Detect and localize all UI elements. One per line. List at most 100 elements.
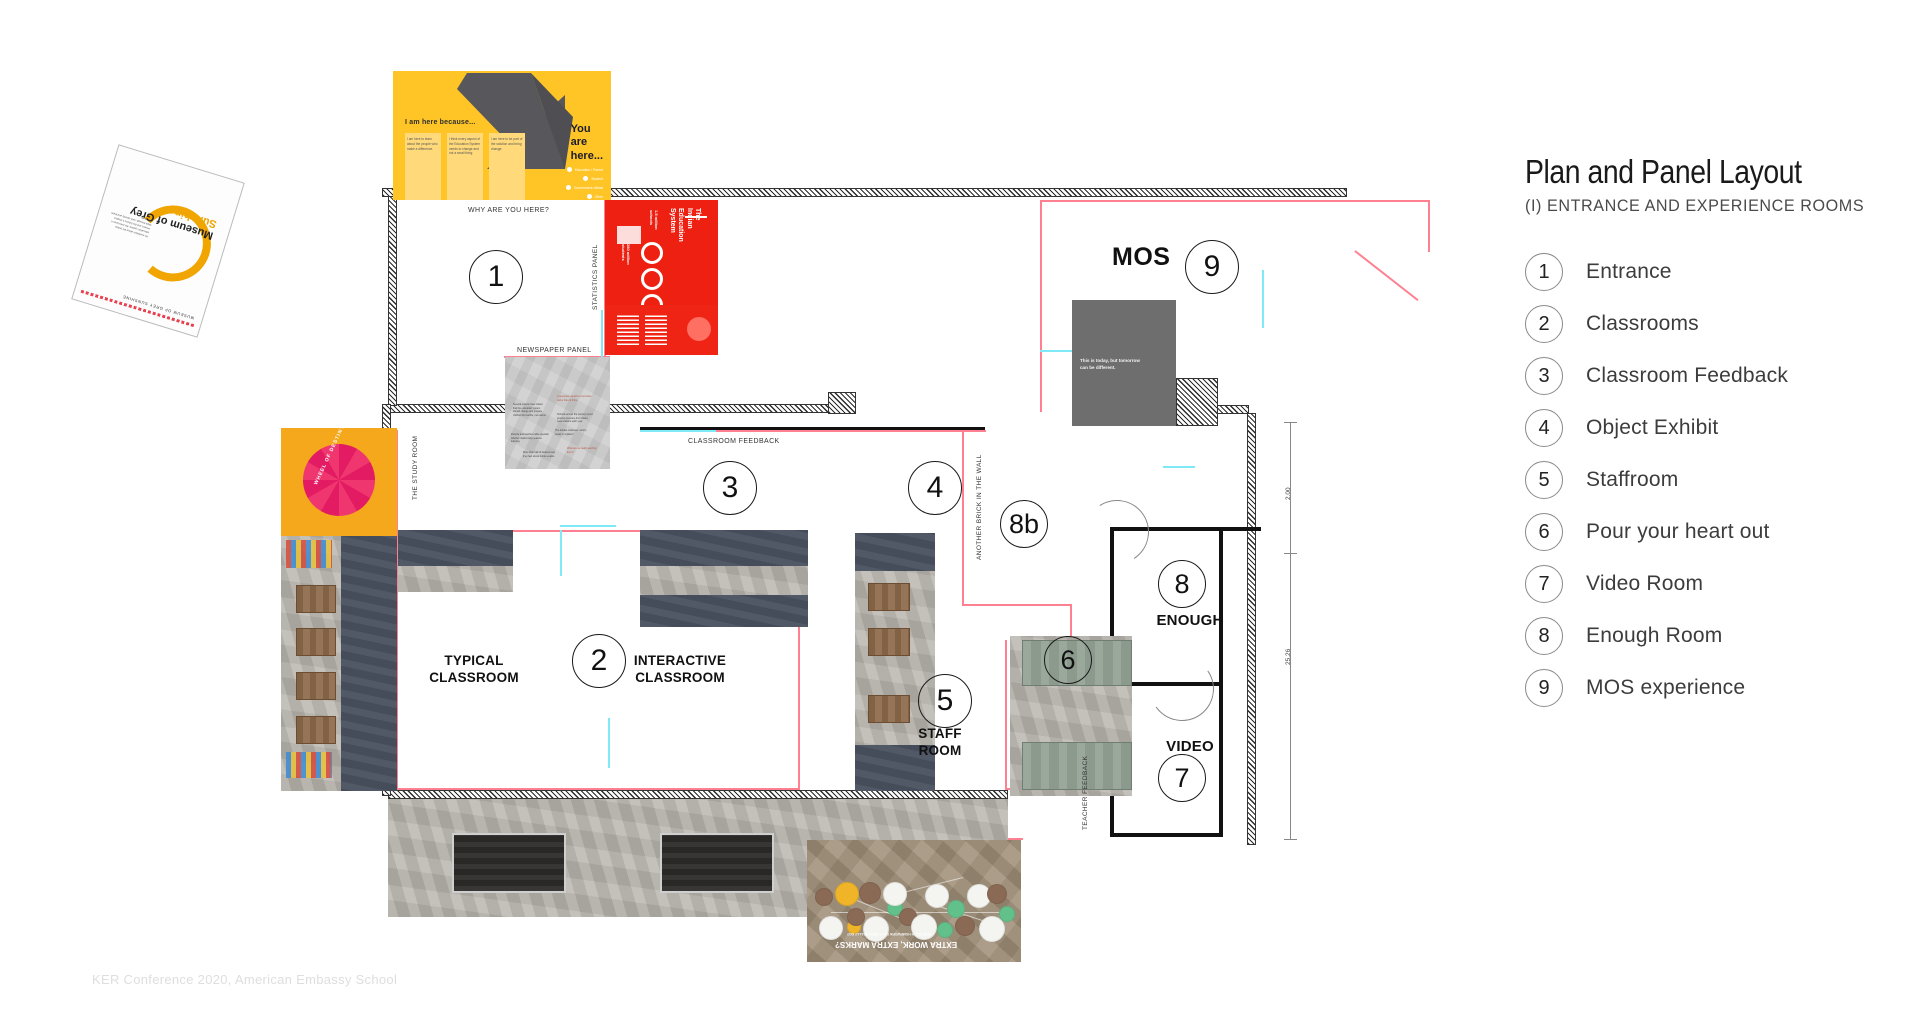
- legend-label-7: Video Room: [1586, 572, 1704, 596]
- panel-line-teacher-feedback: [1005, 640, 1007, 790]
- legend-number-4: 4: [1525, 409, 1563, 448]
- legend-label-1: Entrance: [1586, 260, 1672, 284]
- panel-line-feedback: [716, 430, 986, 432]
- marker-3-classroom-feedback[interactable]: 3: [703, 461, 757, 515]
- legend-number-1: 1: [1525, 253, 1563, 292]
- panel-line-cyan-feedback: [640, 430, 718, 432]
- panel-bullet-4: Other: [594, 194, 603, 199]
- wall-classroom-top: [388, 404, 843, 413]
- wall-right-outer: [1247, 413, 1256, 845]
- panel-column-text-2: I think every aspect of the Education Sy…: [449, 137, 481, 156]
- photo-interactive-classroom-board: [640, 530, 808, 566]
- dimension-tick-mid: [1284, 553, 1297, 554]
- marker-8-enough[interactable]: 8: [1158, 560, 1206, 608]
- marker-2-classrooms[interactable]: 2: [572, 634, 626, 688]
- dimension-label-large: 25.26: [1285, 648, 1292, 665]
- panel-line-cyan-class-a: [560, 530, 562, 576]
- page-title: Plan and Panel Layout: [1525, 153, 1802, 190]
- mos-quote: This is today, but tomorrow can be diffe…: [1080, 358, 1140, 370]
- photo-desk-5: [868, 583, 910, 611]
- legend-number-7: 7: [1525, 565, 1563, 604]
- photo-desk-2: [296, 628, 336, 656]
- legend-item-mos-experience[interactable]: 9 MOS experience: [1525, 666, 1920, 711]
- legend-item-video-room[interactable]: 7 Video Room: [1525, 562, 1920, 607]
- panel-newspaper: Several experts have stated that the edu…: [505, 357, 610, 469]
- legend-list: 1 Entrance 2 Classrooms 3 Classroom Feed…: [1525, 250, 1920, 711]
- marker-7-video[interactable]: 7: [1158, 754, 1206, 802]
- dimension-line-vertical: [1290, 422, 1291, 840]
- legend-number-3: 3: [1525, 357, 1563, 396]
- legend-label-6: Pour your heart out: [1586, 520, 1770, 544]
- photo-pour-booth-2: [1022, 742, 1132, 790]
- legend-number-6: 6: [1525, 513, 1563, 552]
- legend-label-2: Classrooms: [1586, 312, 1699, 336]
- legend-item-object-exhibit[interactable]: 4 Object Exhibit: [1525, 406, 1920, 451]
- legend-item-pour-your-heart-out[interactable]: 6 Pour your heart out: [1525, 510, 1920, 555]
- panel-mos-experience: This is today, but tomorrow can be diffe…: [1072, 300, 1176, 426]
- caption-left-vertical: THE STUDY ROOM: [412, 435, 419, 500]
- label-video: VIDEO: [1166, 738, 1214, 755]
- legend-label-8: Enough Room: [1586, 624, 1723, 648]
- legend-number-5: 5: [1525, 461, 1563, 500]
- legend-item-classroom-feedback[interactable]: 3 Classroom Feedback: [1525, 354, 1920, 399]
- panel-line-staff-top: [962, 604, 1072, 606]
- red-panel-sub-left: 1.5 million schools: [648, 210, 659, 230]
- legend-item-staffroom[interactable]: 5 Staffroom: [1525, 458, 1920, 503]
- page-subtitle: (I) ENTRANCE AND EXPERIENCE ROOMS: [1525, 195, 1865, 215]
- label-mos: MOS: [1112, 243, 1171, 271]
- caption-classroom-feedback: CLASSROOM FEEDBACK: [688, 438, 780, 445]
- label-interactive-classroom: INTERACTIVE CLASSROOM: [633, 653, 727, 685]
- panel-line-mos-left: [1040, 200, 1042, 412]
- photo-desk-6: [868, 628, 910, 656]
- photo-desk-4: [296, 716, 336, 744]
- label-staff-room: STAFF ROOM: [918, 726, 962, 758]
- panel-museum-of-grey-sunshine: MUSEUM OF GREY SUNSHINE Museum of Grey S…: [71, 144, 245, 338]
- wall-left-upper: [388, 196, 397, 406]
- marker-6-pour-your-heart-out[interactable]: 6: [1044, 636, 1092, 684]
- legend-item-classrooms[interactable]: 2 Classrooms: [1525, 302, 1920, 347]
- photo-interactive-classroom-floor: [640, 595, 808, 627]
- legend-label-4: Object Exhibit: [1586, 416, 1719, 440]
- caption-statistics-panel: STATISTICS PANEL: [592, 244, 599, 310]
- legend-panel: Plan and Panel Layout (I) ENTRANCE AND E…: [1525, 153, 1920, 718]
- footer-credit: KER Conference 2020, American Embassy Sc…: [92, 972, 398, 987]
- red-panel-title: The Indian Education System: [668, 208, 701, 242]
- panel-why-are-you-here: I am here because... I am here to learn …: [393, 71, 611, 200]
- legend-label-5: Staffroom: [1586, 468, 1679, 492]
- panel-bullet-3: Government official: [573, 185, 603, 190]
- panel-line-cyan-class-c: [608, 718, 610, 768]
- wall-pier-a: [828, 392, 856, 414]
- caption-why-are-you-here: WHY ARE YOU HERE?: [468, 207, 550, 214]
- photo-left-books-top: [286, 540, 332, 568]
- panel-line-staff-left: [962, 430, 964, 606]
- legend-number-9: 9: [1525, 669, 1563, 708]
- dimension-label-small: 2.00: [1285, 487, 1292, 500]
- photo-bottom-screen-1: [452, 833, 566, 893]
- you-are-here-text: You are here...: [570, 123, 603, 162]
- legend-item-entrance[interactable]: 1 Entrance: [1525, 250, 1920, 295]
- caption-another-brick: ANOTHER BRICK IN THE WALL: [976, 454, 983, 560]
- marker-1-entrance[interactable]: 1: [469, 250, 523, 304]
- panel-bullet-1: Education / Parent: [575, 167, 603, 172]
- photo-left-books-bottom: [286, 752, 332, 778]
- label-enough: ENOUGH: [1156, 612, 1224, 629]
- dimension-tick-bottom: [1284, 839, 1297, 840]
- panel-line-cyan-right: [1262, 270, 1264, 328]
- label-typical-classroom: TYPICAL CLASSROOM: [429, 653, 519, 685]
- marker-8-corridor[interactable]: 8b: [1000, 500, 1048, 548]
- photo-right-classroom-band: [855, 533, 935, 571]
- panel-column-text-1: I am here to learn about the people who …: [407, 137, 438, 151]
- marker-5-staffroom[interactable]: 5: [918, 674, 972, 728]
- legend-item-enough-room[interactable]: 8 Enough Room: [1525, 614, 1920, 659]
- marker-4-object-exhibit[interactable]: 4: [908, 461, 962, 515]
- panel-line-cyan-red: [601, 310, 603, 358]
- panel-line-cyan-class-b: [560, 525, 616, 527]
- caption-teacher-feedback: TEACHER FEEDBACK: [1082, 755, 1089, 830]
- dimension-tick-top: [1284, 422, 1297, 423]
- legend-label-3: Classroom Feedback: [1586, 364, 1789, 388]
- panel-heading: I am here because...: [405, 119, 476, 126]
- photo-desk-1: [296, 585, 336, 613]
- marker-9-mos[interactable]: 9: [1185, 240, 1239, 294]
- photo-desk-3: [296, 672, 336, 700]
- panel-line-mos-right: [1428, 200, 1430, 252]
